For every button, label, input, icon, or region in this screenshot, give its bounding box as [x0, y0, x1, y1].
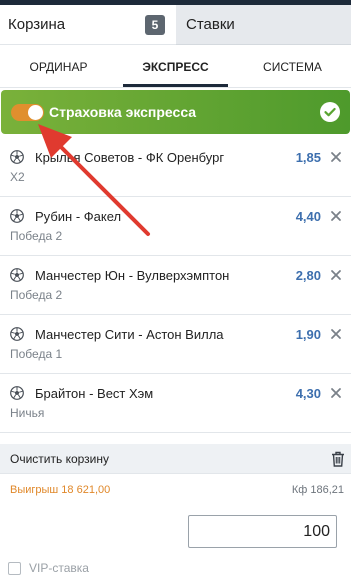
bet-type-tabs: ОРДИНАР ЭКСПРЕСС СИСТЕМА	[0, 46, 351, 88]
express-insurance-banner: Страховка экспресса	[1, 90, 350, 134]
tab-express[interactable]: ЭКСПРЕСС	[117, 46, 234, 87]
bet-outcome: Победа 2	[10, 288, 63, 302]
close-icon[interactable]	[330, 151, 342, 163]
potential-win: Выигрыш 18 621,00	[10, 484, 111, 496]
bet-item: Рубин - Факел Победа 2 4,40	[0, 197, 351, 256]
bet-item: Крылья Советов - ФК Оренбург Х2 1,85	[0, 138, 351, 197]
vip-label: VIP-ставка	[29, 561, 89, 575]
bet-outcome: Ничья	[10, 406, 45, 420]
check-circle-icon[interactable]	[320, 102, 340, 122]
bet-odd: 4,40	[295, 209, 321, 224]
toggle-knob	[28, 105, 43, 120]
tab-cart-label: Корзина	[8, 16, 66, 33]
trash-icon[interactable]	[331, 451, 345, 467]
tab-cart[interactable]: Корзина 5	[0, 5, 176, 45]
bet-odd: 4,30	[295, 386, 321, 401]
soccer-ball-icon	[10, 327, 24, 341]
vip-bet-option[interactable]: VIP-ставка	[8, 561, 89, 575]
tab-bets[interactable]: Ставки	[176, 5, 351, 45]
close-icon[interactable]	[330, 210, 342, 222]
close-icon[interactable]	[330, 269, 342, 281]
insurance-toggle[interactable]	[11, 104, 44, 121]
bet-item: Манчестер Сити - Астон Вилла Победа 1 1,…	[0, 315, 351, 374]
soccer-ball-icon	[10, 209, 24, 223]
bet-match: Рубин - Факел	[35, 209, 122, 224]
bet-odd: 1,85	[295, 150, 321, 165]
bet-odd: 2,80	[295, 268, 321, 283]
tab-bets-label: Ставки	[186, 16, 235, 33]
top-tabs: Корзина 5 Ставки	[0, 5, 351, 45]
bet-odd: 1,90	[295, 327, 321, 342]
total-coefficient: Кф 186,21	[291, 484, 344, 496]
vip-checkbox[interactable]	[8, 561, 21, 575]
close-icon[interactable]	[330, 387, 342, 399]
bet-match: Крылья Советов - ФК Оренбург	[35, 150, 225, 165]
stake-input[interactable]	[188, 515, 337, 548]
bet-outcome: Победа 1	[10, 347, 63, 361]
tab-single[interactable]: ОРДИНАР	[0, 46, 117, 87]
soccer-ball-icon	[10, 386, 24, 400]
cart-count-badge: 5	[145, 15, 165, 35]
bet-list: Крылья Советов - ФК Оренбург Х2 1,85 Руб…	[0, 138, 351, 433]
soccer-ball-icon	[10, 268, 24, 282]
clear-cart-label: Очистить корзину	[10, 452, 109, 466]
bet-outcome: Победа 2	[10, 229, 63, 243]
bet-match: Брайтон - Вест Хэм	[35, 386, 154, 401]
soccer-ball-icon	[10, 150, 24, 164]
bet-item: Брайтон - Вест Хэм Ничья 4,30	[0, 374, 351, 433]
insurance-label: Страховка экспресса	[49, 104, 197, 120]
bet-outcome: Х2	[10, 170, 25, 184]
bet-item: Манчестер Юн - Вулверхэмптон Победа 2 2,…	[0, 256, 351, 315]
tab-system[interactable]: СИСТЕМА	[234, 46, 351, 87]
close-icon[interactable]	[330, 328, 342, 340]
clear-cart-row[interactable]: Очистить корзину	[0, 444, 351, 474]
bet-match: Манчестер Сити - Астон Вилла	[35, 327, 224, 342]
summary-row: Выигрыш 18 621,00 Кф 186,21	[0, 474, 351, 506]
bet-match: Манчестер Юн - Вулверхэмптон	[35, 268, 230, 283]
